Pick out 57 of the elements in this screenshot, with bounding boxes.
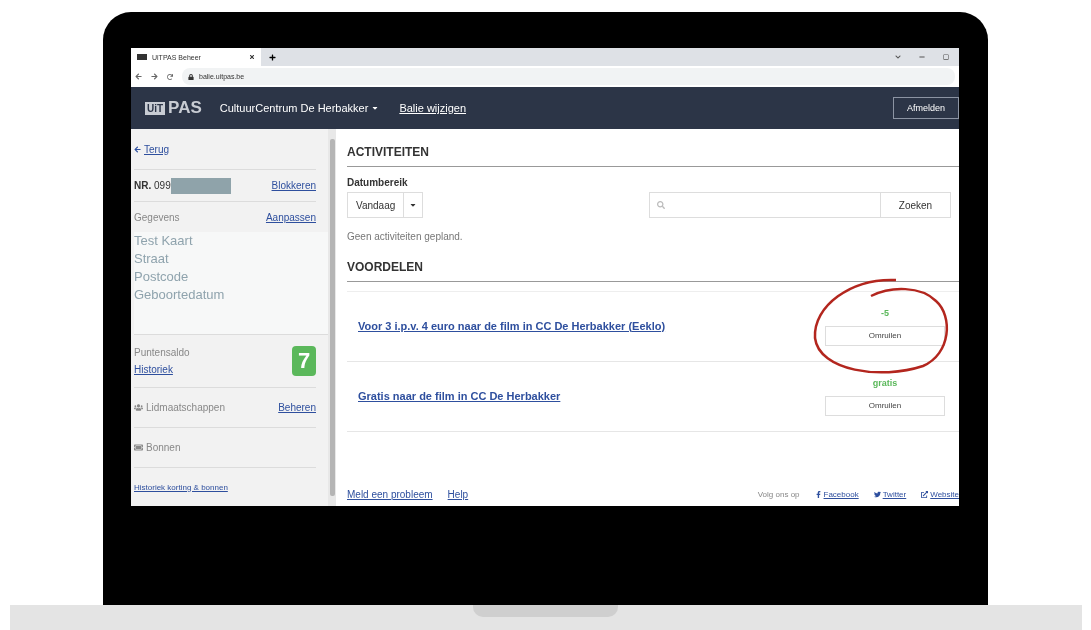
detail-text: Test Kaart [134,232,194,250]
section-heading: VOORDELEN [347,242,959,282]
maximize-icon[interactable] [943,54,949,60]
organisation-dropdown[interactable]: CultuurCentrum De Herbakker [219,102,380,114]
footer-link[interactable]: Help [447,489,469,500]
new-tab-icon[interactable] [269,53,276,61]
reload-icon[interactable] [167,73,173,80]
block-link[interactable]: Blokkeren [271,180,316,191]
benefit-link[interactable]: Gratis naar de film in CC De Herbakker [358,389,561,402]
footer-link[interactable]: Meld een probleem [347,489,433,500]
external-link-icon [921,491,929,498]
arrow-left-icon [134,145,141,153]
benefit-link[interactable]: Voor 3 i.p.v. 4 euro naar de film in CC De Herbakker (Eeklo) [358,319,666,332]
caret-icon [409,201,418,209]
field-label: Datumbereik [347,177,409,188]
empty-message: Geen activiteiten gepland. [347,231,464,242]
change-desk-link[interactable]: Balie wijzigen [399,102,467,114]
exchange-button[interactable]: Omruilen [825,325,945,346]
lock-icon [188,73,194,80]
social-link[interactable]: Facebook [814,490,859,499]
social-link[interactable]: Twitter [873,490,907,499]
exchange-button[interactable]: Omruilen [825,395,945,416]
details-label: Gegevens [134,211,180,223]
card-number: NR. 099 [134,180,171,191]
date-range-dropdown[interactable]: Vandaag [347,192,424,218]
edit-link[interactable]: Aanpassen [265,211,316,223]
back-arrow-icon[interactable] [135,73,142,80]
forward-arrow-icon[interactable] [151,73,158,80]
detail-text: Postcode [134,268,190,286]
section-heading: ACTIVITEITEN [347,129,959,167]
points-badge: 7 [292,346,316,376]
history-discounts-link[interactable]: Historiek korting & bonnen [134,482,228,492]
logout-button[interactable]: Afmelden [892,97,959,119]
follow-label: Volg ons op [757,490,800,499]
back-link[interactable]: Terug [134,143,169,155]
detail-text: Geboortedatum [134,286,226,304]
ticket-icon [134,443,143,452]
detail-text: Straat [134,250,170,268]
people-icon [134,403,143,412]
history-link[interactable]: Historiek [134,364,190,375]
memberships-label: Lidmaatschappen [134,402,225,413]
points-label: Puntensaldo [134,347,190,358]
close-icon[interactable] [249,54,255,60]
social-link[interactable]: Website [921,490,959,499]
logo-text: PAS [168,98,202,118]
vouchers-label: Bonnen [134,442,181,453]
bird-icon [873,491,881,498]
redaction-block [170,177,231,194]
manage-link[interactable]: Beheren [278,402,316,413]
points-cost: -5 [881,307,889,318]
f-logo-icon [814,491,822,498]
favicon-icon [137,54,147,60]
caret-icon [371,104,380,112]
logo-badge: UiT [145,101,166,115]
scrollbar[interactable] [328,129,336,506]
chevron-down-icon[interactable] [895,54,901,60]
points-cost: gratis [872,377,898,388]
